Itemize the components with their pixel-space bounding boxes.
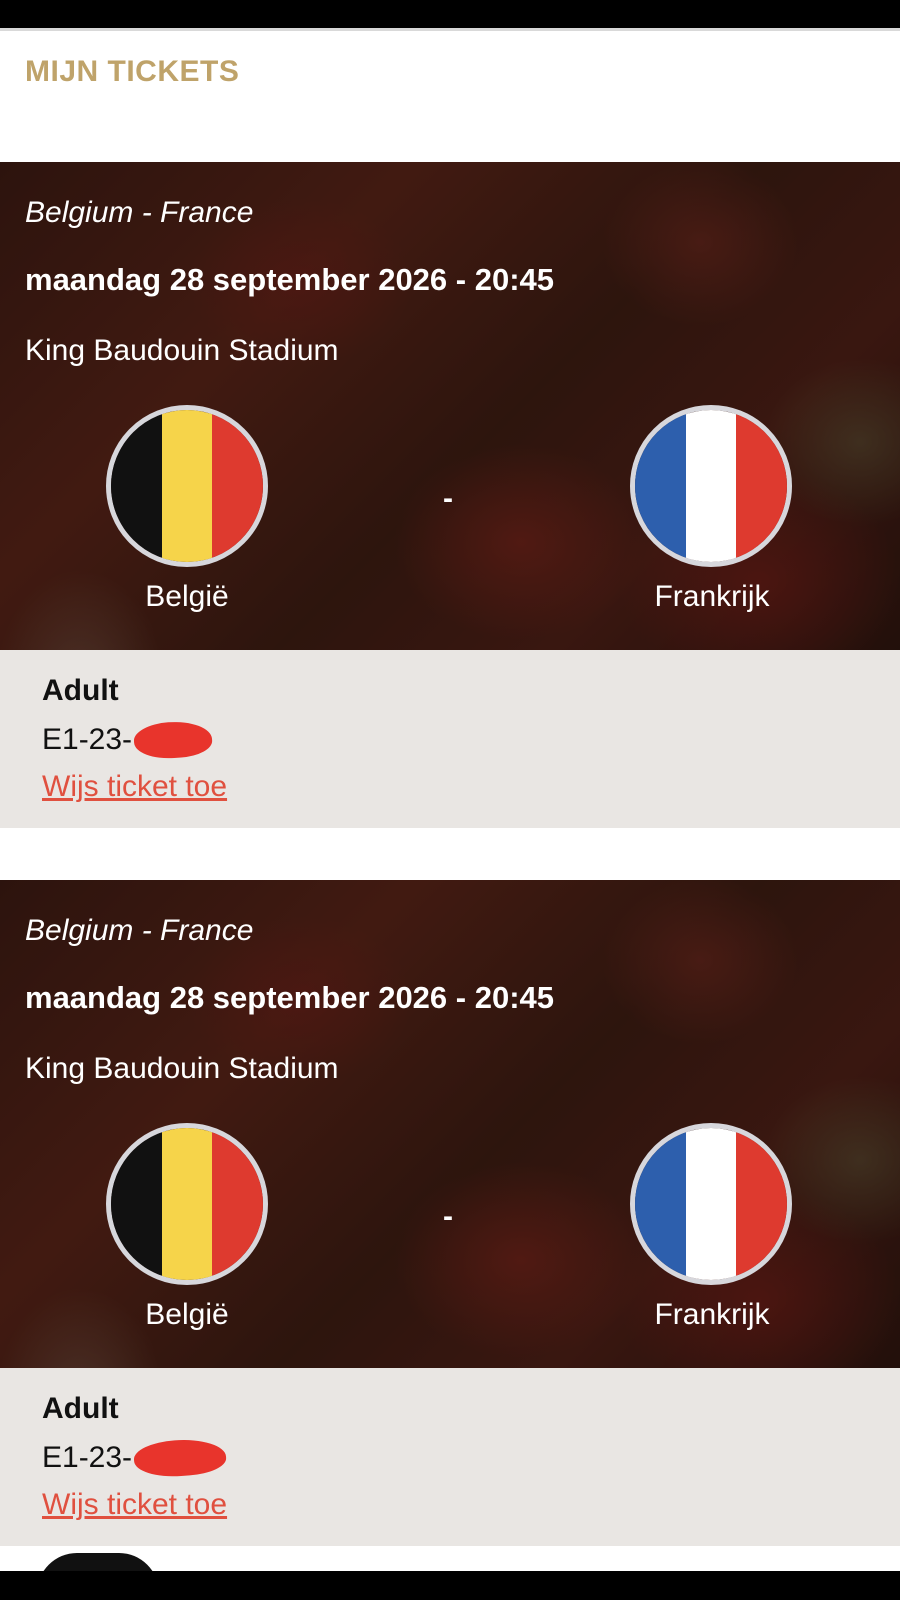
ticket-info: Adult E1-23- Wijs ticket toe — [0, 650, 900, 828]
status-bar — [0, 0, 900, 28]
ticket-code: E1-23- — [42, 719, 214, 761]
ticket-hero[interactable]: Belgium - France maandag 28 september 20… — [0, 162, 900, 650]
away-team-name: Frankrijk — [654, 1298, 770, 1331]
ticket-info: Adult E1-23- Wijs ticket toe — [0, 1368, 900, 1546]
divider — [0, 28, 900, 31]
belgium-flag-icon — [106, 1123, 268, 1285]
ticket-code-text: E1-23- — [42, 723, 133, 756]
ticket-hero[interactable]: Belgium - France maandag 28 september 20… — [0, 880, 900, 1368]
home-team-name: België — [145, 1298, 229, 1331]
ticket-hero-content: Belgium - France maandag 28 september 20… — [0, 880, 900, 1368]
assign-ticket-link[interactable]: Wijs ticket toe — [42, 770, 227, 804]
belgium-flag-icon — [106, 405, 268, 567]
venue: King Baudouin Stadium — [25, 334, 339, 367]
match-datetime: maandag 28 september 2026 - 20:45 — [25, 262, 554, 297]
redaction-mark — [132, 719, 214, 761]
vs-separator: - — [443, 482, 453, 515]
france-flag-icon — [630, 1123, 792, 1285]
page-title: MIJN TICKETS — [25, 55, 240, 88]
venue: King Baudouin Stadium — [25, 1052, 339, 1085]
ticket-hero-content: Belgium - France maandag 28 september 20… — [0, 162, 900, 650]
home-indicator-bar — [0, 1571, 900, 1600]
home-team-name: België — [145, 580, 229, 613]
ticket-type: Adult — [42, 1392, 119, 1425]
match-datetime: maandag 28 september 2026 - 20:45 — [25, 980, 554, 1015]
vs-separator: - — [443, 1200, 453, 1233]
redaction-mark — [132, 1436, 228, 1480]
france-flag-icon — [630, 405, 792, 567]
ticket-code-text: E1-23- — [42, 1441, 133, 1474]
ticket-type: Adult — [42, 674, 119, 707]
match-name: Belgium - France — [25, 196, 254, 229]
assign-ticket-link[interactable]: Wijs ticket toe — [42, 1488, 227, 1522]
match-name: Belgium - France — [25, 914, 254, 947]
away-team-name: Frankrijk — [654, 580, 770, 613]
ticket-code: E1-23- — [42, 1436, 228, 1480]
